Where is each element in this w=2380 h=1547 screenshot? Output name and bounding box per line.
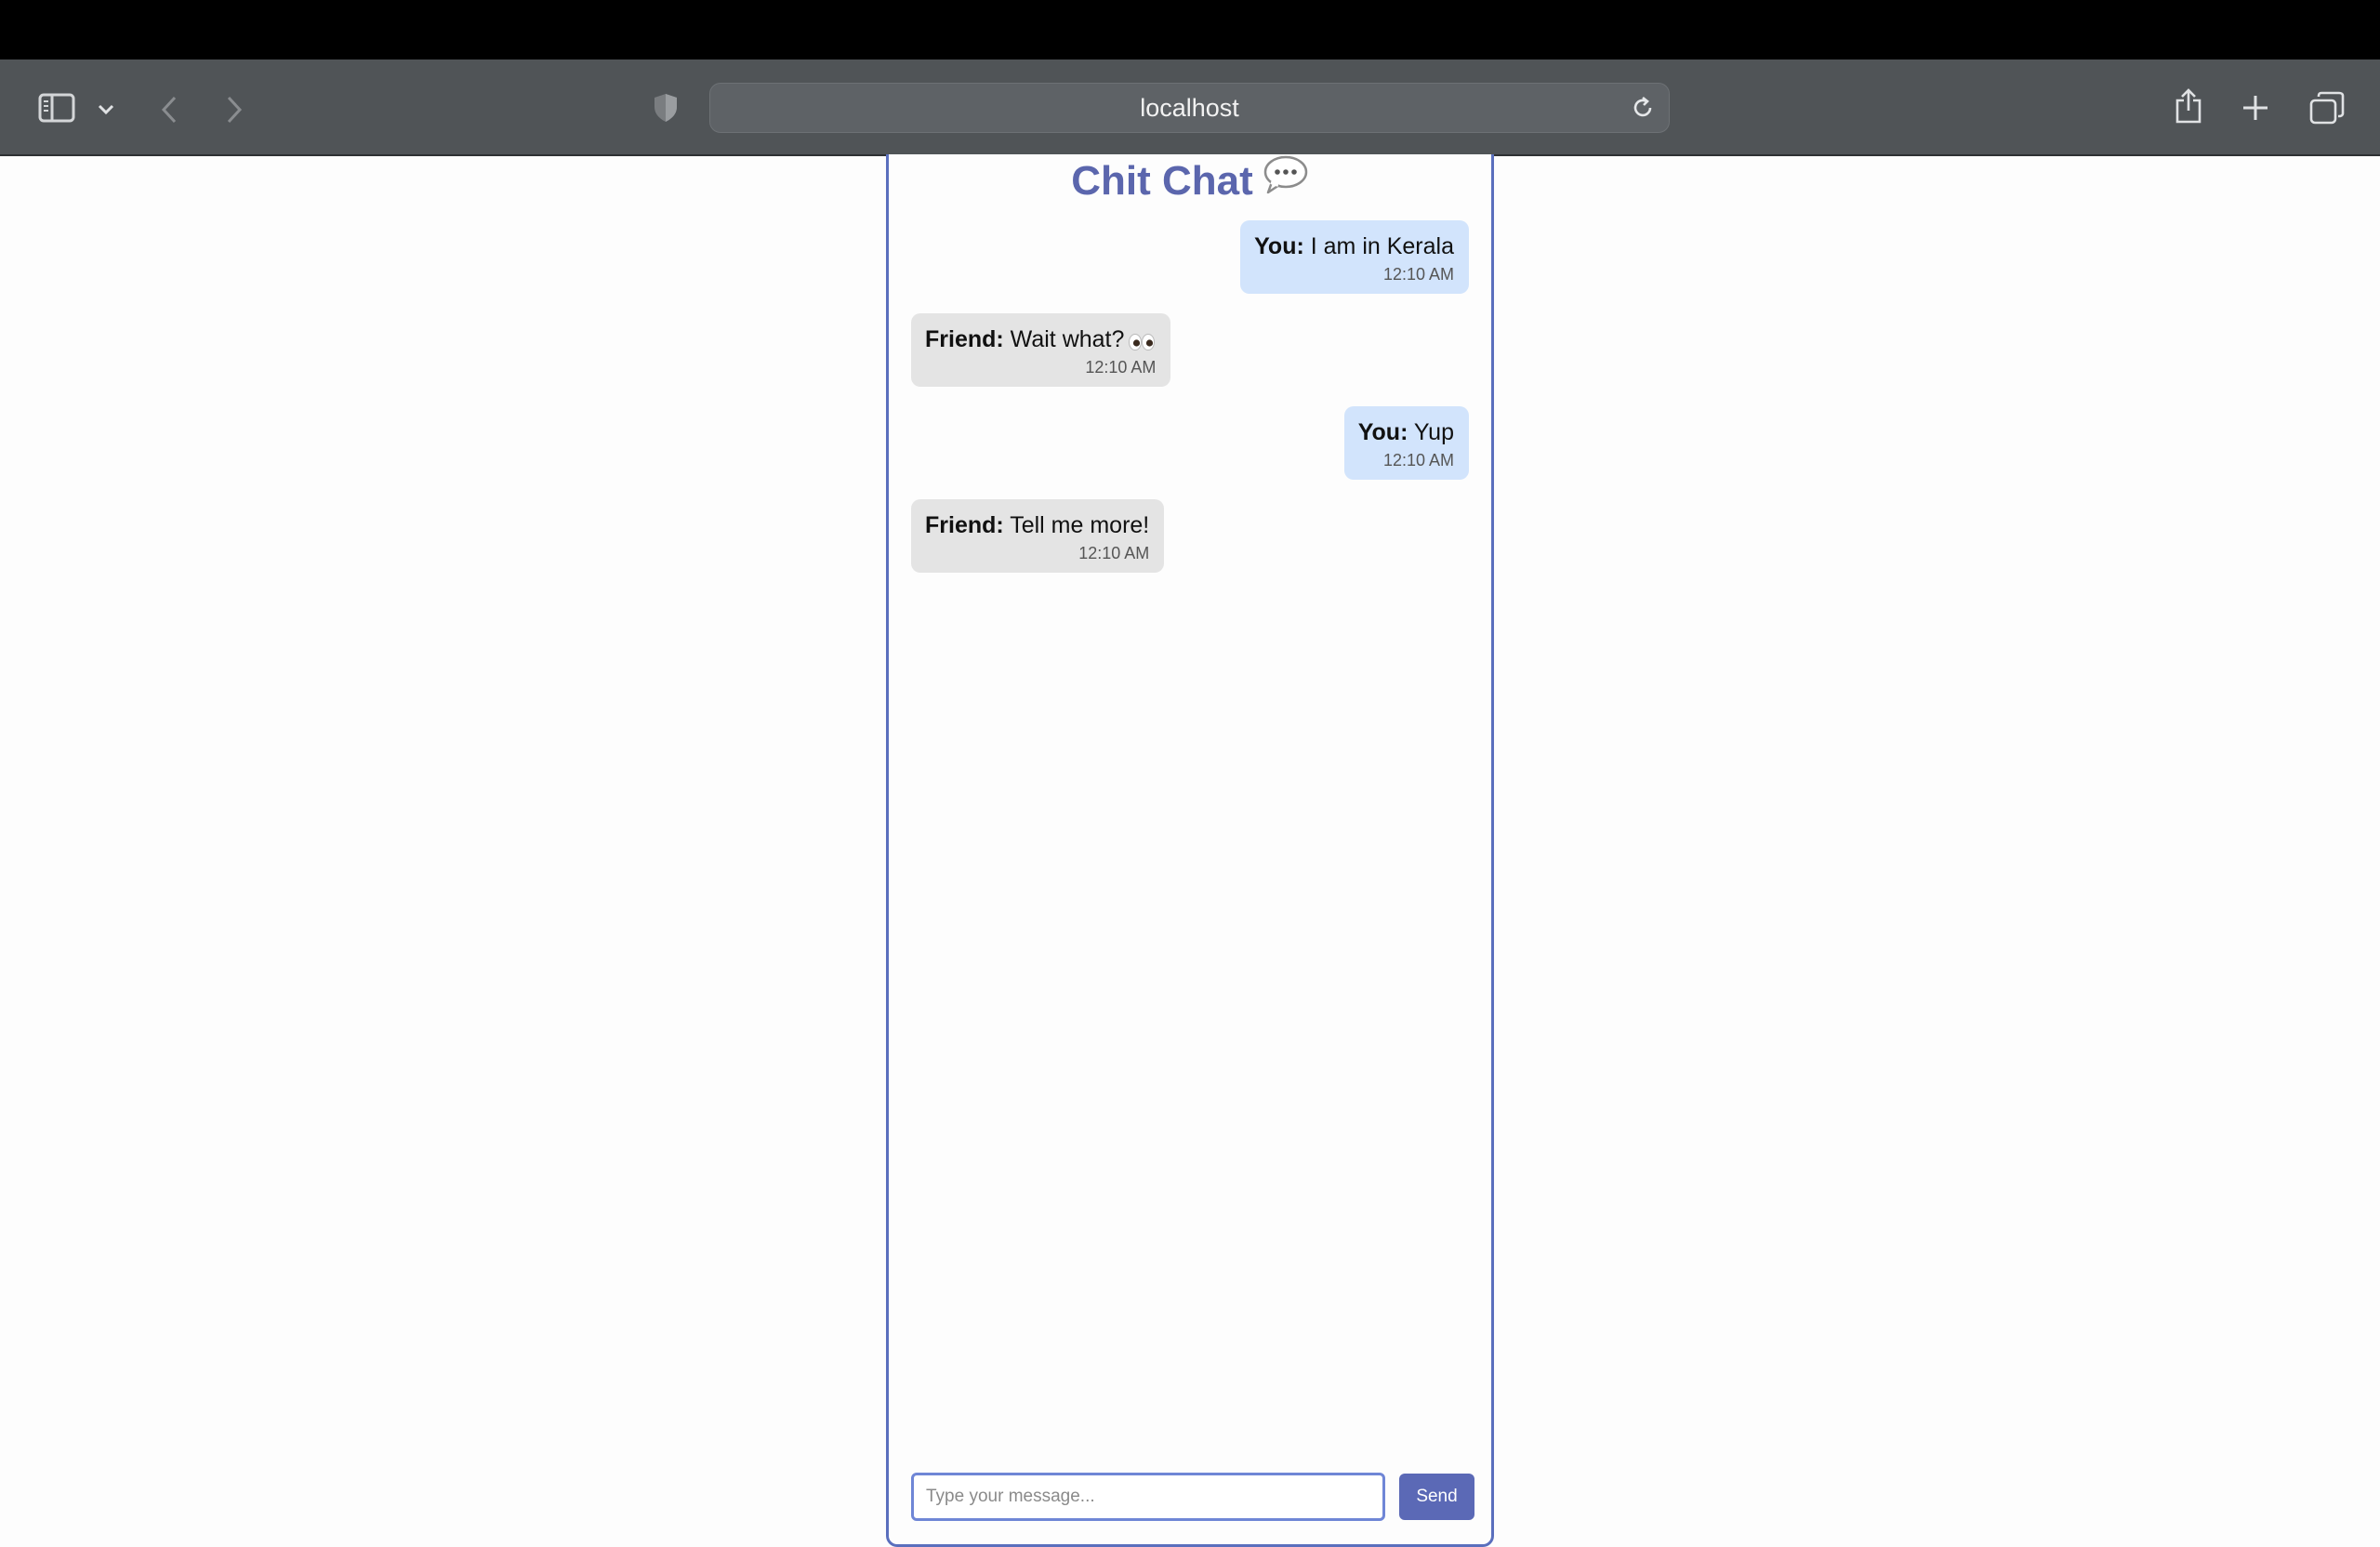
speech-bubble-icon: [1263, 154, 1309, 205]
message-time: 12:10 AM: [1085, 358, 1157, 377]
tabs-icon: [2309, 91, 2345, 125]
message-time: 12:10 AM: [1382, 451, 1454, 469]
reload-icon[interactable]: [1630, 95, 1656, 126]
message-sender: You:: [1357, 419, 1408, 445]
chat-window: Chit Chat You: I am in Kerala 12:10 AM F…: [886, 154, 1494, 1547]
browser-toolbar: localhost: [0, 60, 2380, 156]
eyes-icon: [1128, 331, 1156, 351]
chevron-right-icon: [226, 96, 243, 124]
top-black-bar: [0, 0, 2380, 60]
message-text: Tell me more!: [1010, 512, 1150, 538]
message-bubble-you: You: Yup 12:10 AM: [1343, 406, 1469, 480]
forward-button[interactable]: [219, 91, 249, 128]
message-sender: You:: [1254, 233, 1304, 259]
new-tab-button[interactable]: [2239, 91, 2272, 125]
message-bubble-friend: Friend: Wait what? 12:10 AM: [911, 313, 1171, 387]
chevron-left-icon: [161, 96, 178, 124]
message-input[interactable]: [911, 1473, 1385, 1521]
sidebar-toggle-button[interactable]: [35, 87, 78, 128]
privacy-report-button[interactable]: [649, 89, 682, 126]
message-bubble-friend: Friend: Tell me more! 12:10 AM: [911, 499, 1165, 573]
address-bar[interactable]: localhost: [709, 83, 1670, 133]
sidebar-menu-button[interactable]: [93, 97, 119, 123]
tab-overview-button[interactable]: [2307, 89, 2347, 126]
message-text: Yup: [1413, 419, 1454, 445]
chevron-down-icon: [98, 104, 114, 115]
sidebar-icon: [38, 93, 75, 123]
address-text: localhost: [1140, 93, 1239, 122]
message-composer: Send: [911, 1473, 1474, 1521]
message-time: 12:10 AM: [1078, 544, 1150, 562]
plus-icon: [2241, 94, 2269, 122]
message-bubble-you: You: I am in Kerala 12:10 AM: [1240, 220, 1469, 294]
back-button[interactable]: [154, 91, 184, 128]
message-text: Wait what?: [1010, 326, 1125, 352]
message-sender: Friend:: [925, 512, 1004, 538]
share-icon: [2175, 87, 2202, 125]
message-time: 12:10 AM: [1382, 265, 1454, 284]
chat-title-text: Chit Chat: [1071, 158, 1253, 205]
message-sender: Friend:: [925, 326, 1004, 352]
message-text: I am in Kerala: [1310, 233, 1454, 259]
share-button[interactable]: [2172, 84, 2205, 128]
shield-icon: [653, 92, 679, 124]
chat-title: Chit Chat: [889, 155, 1491, 209]
send-button[interactable]: Send: [1399, 1474, 1474, 1520]
